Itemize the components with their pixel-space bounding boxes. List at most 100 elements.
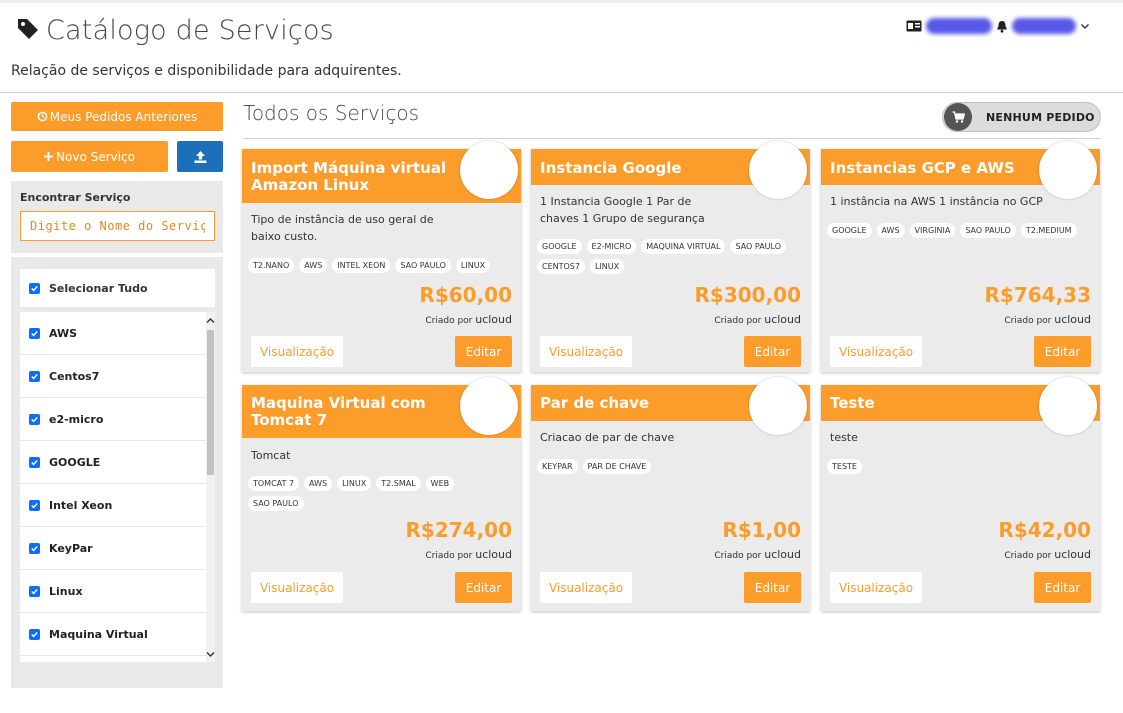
service-card: Instancias GCP e AWS 1 instância na AWS … [821,141,1100,372]
card-title: Teste [830,394,875,412]
service-card: Maquina Virtual com Tomcat 7 Tomcat TOMC… [242,377,521,611]
creator-name: ucloud [475,548,512,561]
filter-item[interactable]: Centos7 [20,355,206,398]
cart-icon [944,103,972,131]
card-avatar [460,377,518,435]
edit-button[interactable]: Editar [455,336,512,367]
tag: LINUX [455,258,491,273]
view-button[interactable]: Visualização [251,336,343,367]
card-title: Instancia Google [540,159,682,177]
service-card: Par de chave Criacao de par de chave KEY… [531,377,810,611]
card-creator: Criado por ucloud [714,548,801,561]
filter-label: GOOGLE [49,455,101,469]
view-button[interactable]: Visualização [830,572,922,603]
header-divider [0,92,1123,93]
tag: AWS [304,476,333,491]
filter-item[interactable]: GOOGLE [20,441,206,484]
view-button[interactable]: Visualização [830,336,922,367]
service-card: Instancia Google 1 Instancia Google 1 Pa… [531,141,810,372]
checkbox-checked-icon [29,456,40,468]
edit-button[interactable]: Editar [455,572,512,603]
filter-label: AWS [49,326,78,340]
tag: TOMCAT 7 [248,476,300,491]
section-title: Todos os Serviços [243,101,420,125]
card-creator: Criado por ucloud [425,548,512,561]
page-subtitle: Relação de serviços e disponibilidade pa… [11,63,402,79]
view-button[interactable]: Visualização [251,572,343,603]
card-tags: KEYPAR PAR DE CHAVE [537,459,807,474]
tag: T2.NANO [248,258,295,273]
card-tags: GOOGLE E2-MICRO MAQUINA VIRTUAL SAO PAUL… [537,239,807,274]
upload-icon [194,150,206,163]
card-tags: TESTE [827,459,1097,474]
card-price: R$764,33 [984,283,1092,307]
checkbox-checked-icon [29,282,40,294]
checkbox-checked-icon [29,327,40,339]
service-card: Import Máquina virtual Amazon Linux Tipo… [242,141,521,372]
scroll-up-icon[interactable] [206,314,215,326]
scroll-down-icon[interactable] [206,648,215,660]
tag: SAO PAULO [960,223,1016,238]
filter-label: e2-micro [49,412,104,426]
checkbox-checked-icon [29,628,40,640]
view-button[interactable]: Visualização [540,572,632,603]
tag: SAO PAULO [730,239,786,254]
new-service-button[interactable]: Novo Serviço [11,141,168,172]
card-avatar [1039,377,1097,435]
creator-name: ucloud [764,313,801,326]
view-button[interactable]: Visualização [540,336,632,367]
card-price: R$274,00 [405,518,513,542]
service-search-input[interactable] [20,211,215,241]
select-all-label: Selecionar Tudo [49,281,148,295]
card-description: Tipo de instância de uso geral de baixo … [251,213,434,243]
created-by-label: Criado por [1004,551,1052,561]
scroll-thumb[interactable] [207,330,214,475]
card-creator: Criado por ucloud [425,313,512,326]
tag: CENTOS7 [537,259,585,274]
tag: WEB [425,476,455,491]
previous-orders-button[interactable]: Meus Pedidos Anteriores [11,102,223,131]
card-creator: Criado por ucloud [1004,548,1091,561]
card-description: 1 Instancia Google 1 Par de chaves 1 Gru… [540,195,705,225]
order-status-button[interactable]: NENHUM PEDIDO [942,102,1101,132]
bell-icon[interactable] [996,20,1008,33]
card-description: Tomcat [251,449,291,462]
card-avatar [749,377,807,435]
tag: T2.SMAL [376,476,421,491]
checkbox-checked-icon [29,370,40,382]
filter-item[interactable]: Intel Xeon [20,484,206,527]
previous-orders-label: Meus Pedidos Anteriores [49,109,198,124]
filter-scrollbar[interactable] [206,312,215,662]
card-creator: Criado por ucloud [714,313,801,326]
card-tags: GOOGLE AWS VIRGINIA SAO PAULO T2.MEDIUM [827,223,1097,238]
tag: GOOGLE [537,239,582,254]
card-price: R$60,00 [419,283,512,307]
filter-item[interactable]: Maquina Virtual [20,613,206,656]
select-all-checkbox[interactable]: Selecionar Tudo [20,269,215,307]
filter-item[interactable]: Linux [20,570,206,613]
tag: LINUX [337,476,372,491]
tag-icon [18,19,38,39]
tag: INTEL XEON [332,258,391,273]
edit-button[interactable]: Editar [744,572,801,603]
filter-item[interactable]: e2-micro [20,398,206,441]
chevron-down-icon[interactable] [1080,21,1090,31]
created-by-label: Criado por [1004,316,1052,326]
edit-button[interactable]: Editar [1034,336,1091,367]
tag: SAO PAULO [248,496,304,511]
filter-item[interactable]: AWS [20,312,206,355]
filter-label: Centos7 [49,369,100,383]
tag: TESTE [827,459,862,474]
main-divider [243,138,1101,139]
redacted-user-name [926,18,992,34]
user-menu[interactable] [906,15,1090,37]
edit-button[interactable]: Editar [1034,572,1091,603]
history-icon [37,111,48,122]
tag: VIRGINIA [909,223,956,238]
edit-button[interactable]: Editar [744,336,801,367]
filter-label: Linux [49,584,83,598]
checkbox-checked-icon [29,499,40,511]
filter-item[interactable]: KeyPar [20,527,206,570]
card-price: R$300,00 [694,283,802,307]
upload-button[interactable] [177,141,223,172]
